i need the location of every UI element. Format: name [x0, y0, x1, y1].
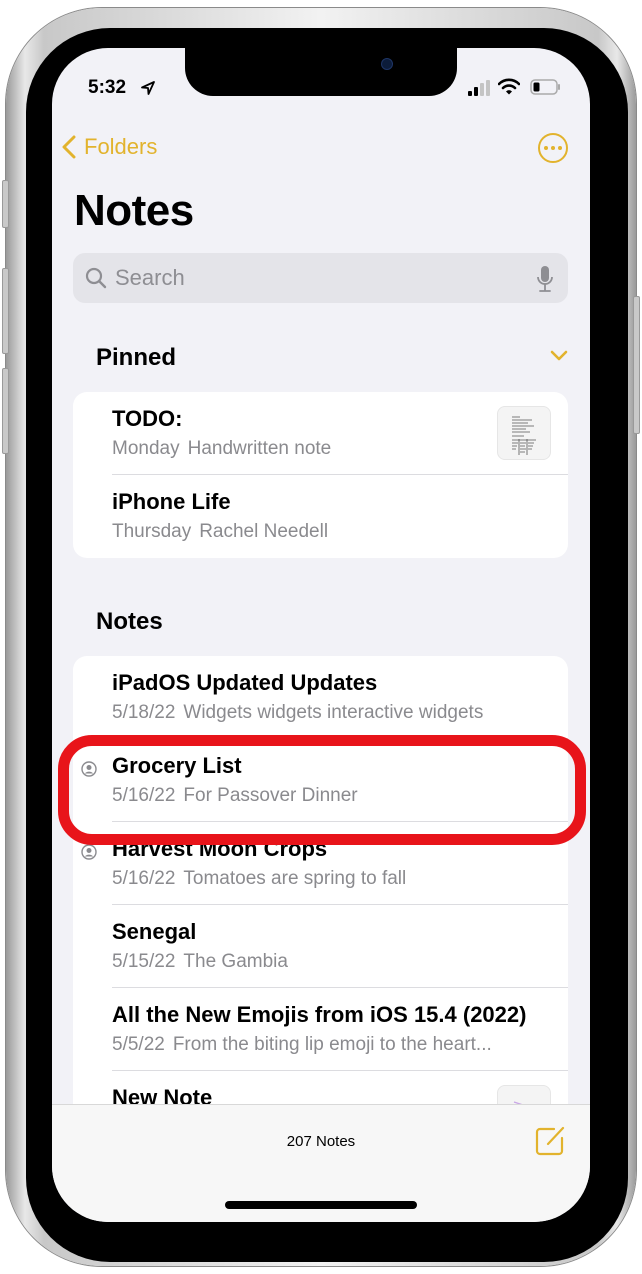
navigation-bar: Folders: [52, 130, 590, 170]
pinned-section-header[interactable]: Pinned: [96, 344, 176, 372]
note-title: Senegal: [112, 919, 197, 944]
pinned-note-row[interactable]: TODO: Monday Handwritten note: [73, 392, 568, 475]
note-row[interactable]: iPadOS Updated Updates 5/18/22 Widgets wi…: [73, 656, 568, 739]
chevron-down-icon[interactable]: [550, 350, 568, 362]
wifi-icon: [498, 78, 520, 95]
note-preview: Widgets widgets interactive widgets: [183, 702, 484, 723]
notes-section-header: Notes: [96, 608, 163, 635]
shared-person-icon: [81, 761, 97, 777]
location-arrow-icon: [141, 81, 155, 95]
search-input[interactable]: [115, 253, 495, 303]
search-bar[interactable]: [73, 253, 568, 303]
note-subtitle: Monday Handwritten note: [112, 438, 331, 460]
note-preview: Rachel Needell: [199, 521, 329, 542]
pinned-notes-list: TODO: Monday Handwritten note iPhone Life…: [73, 392, 568, 558]
screen: 5:32 Folders Notes Search Pinned TODO: M…: [52, 48, 590, 1222]
note-date: 5/16/22: [112, 785, 176, 806]
notch: [185, 48, 457, 96]
notes-count: 207 Notes: [286, 1133, 356, 1150]
note-title: iPhone Life: [112, 489, 231, 514]
ellipsis-icon: [544, 146, 548, 150]
note-subtitle: 5/16/22 For Passover Dinner: [112, 785, 358, 807]
home-indicator[interactable]: [225, 1201, 417, 1209]
note-date: Thursday: [112, 521, 192, 542]
battery-icon: [530, 79, 560, 95]
note-title: iPadOS Updated Updates: [112, 670, 378, 695]
note-row[interactable]: All the New Emojis from iOS 15.4 (2022) …: [73, 988, 568, 1071]
pinned-note-row[interactable]: iPhone Life Thursday Rachel Needell: [73, 475, 568, 558]
note-preview: Tomatoes are spring to fall: [183, 868, 407, 889]
handwritten-note-thumbnail: [497, 406, 551, 460]
page-title: Notes: [74, 186, 194, 235]
note-subtitle: 5/16/22 Tomatoes are spring to fall: [112, 868, 406, 890]
note-preview: The Gambia: [183, 951, 288, 972]
back-to-folders-button[interactable]: Folders: [62, 134, 157, 160]
more-options-button[interactable]: [538, 133, 568, 163]
note-date: 5/15/22: [112, 951, 176, 972]
note-row-grocery-list[interactable]: Grocery List 5/16/22 For Passover Dinner: [73, 739, 568, 822]
note-title: All the New Emojis from iOS 15.4 (2022): [112, 1002, 527, 1027]
handwriting-image: [512, 416, 536, 455]
bottom-toolbar: 207 Notes: [52, 1104, 590, 1222]
cellular-signal-icon: [468, 80, 490, 96]
note-preview: For Passover Dinner: [183, 785, 358, 806]
shared-person-icon: [81, 844, 97, 860]
note-title: Harvest Moon Crops: [112, 836, 328, 861]
note-subtitle: 5/15/22 The Gambia: [112, 951, 288, 973]
note-subtitle: 5/18/22 Widgets widgets interactive widge…: [112, 702, 483, 724]
note-date: 5/16/22: [112, 868, 176, 889]
note-subtitle: 5/5/22 From the biting lip emoji to the h…: [112, 1034, 492, 1056]
note-preview: Handwritten note: [187, 438, 332, 459]
note-row[interactable]: Harvest Moon Crops 5/16/22 Tomatoes are s…: [73, 822, 568, 905]
status-time: 5:32: [88, 77, 127, 98]
front-camera: [381, 58, 393, 70]
note-row[interactable]: Senegal 5/15/22 The Gambia: [73, 905, 568, 988]
note-title: TODO:: [112, 406, 183, 431]
microphone-icon[interactable]: [536, 265, 554, 293]
note-date: 5/5/22: [112, 1034, 165, 1055]
search-icon: [85, 267, 107, 289]
note-date: 5/18/22: [112, 702, 176, 723]
note-title: Grocery List: [112, 753, 242, 778]
notes-list: iPadOS Updated Updates 5/18/22 Widgets wi…: [73, 656, 568, 1116]
note-date: Monday: [112, 438, 180, 459]
back-button-label: Folders: [84, 134, 158, 159]
chevron-left-icon: [62, 135, 76, 159]
compose-note-icon[interactable]: [534, 1125, 566, 1157]
note-subtitle: Thursday Rachel Needell: [112, 521, 328, 543]
note-preview: From the biting lip emoji to the heart..…: [172, 1034, 492, 1055]
